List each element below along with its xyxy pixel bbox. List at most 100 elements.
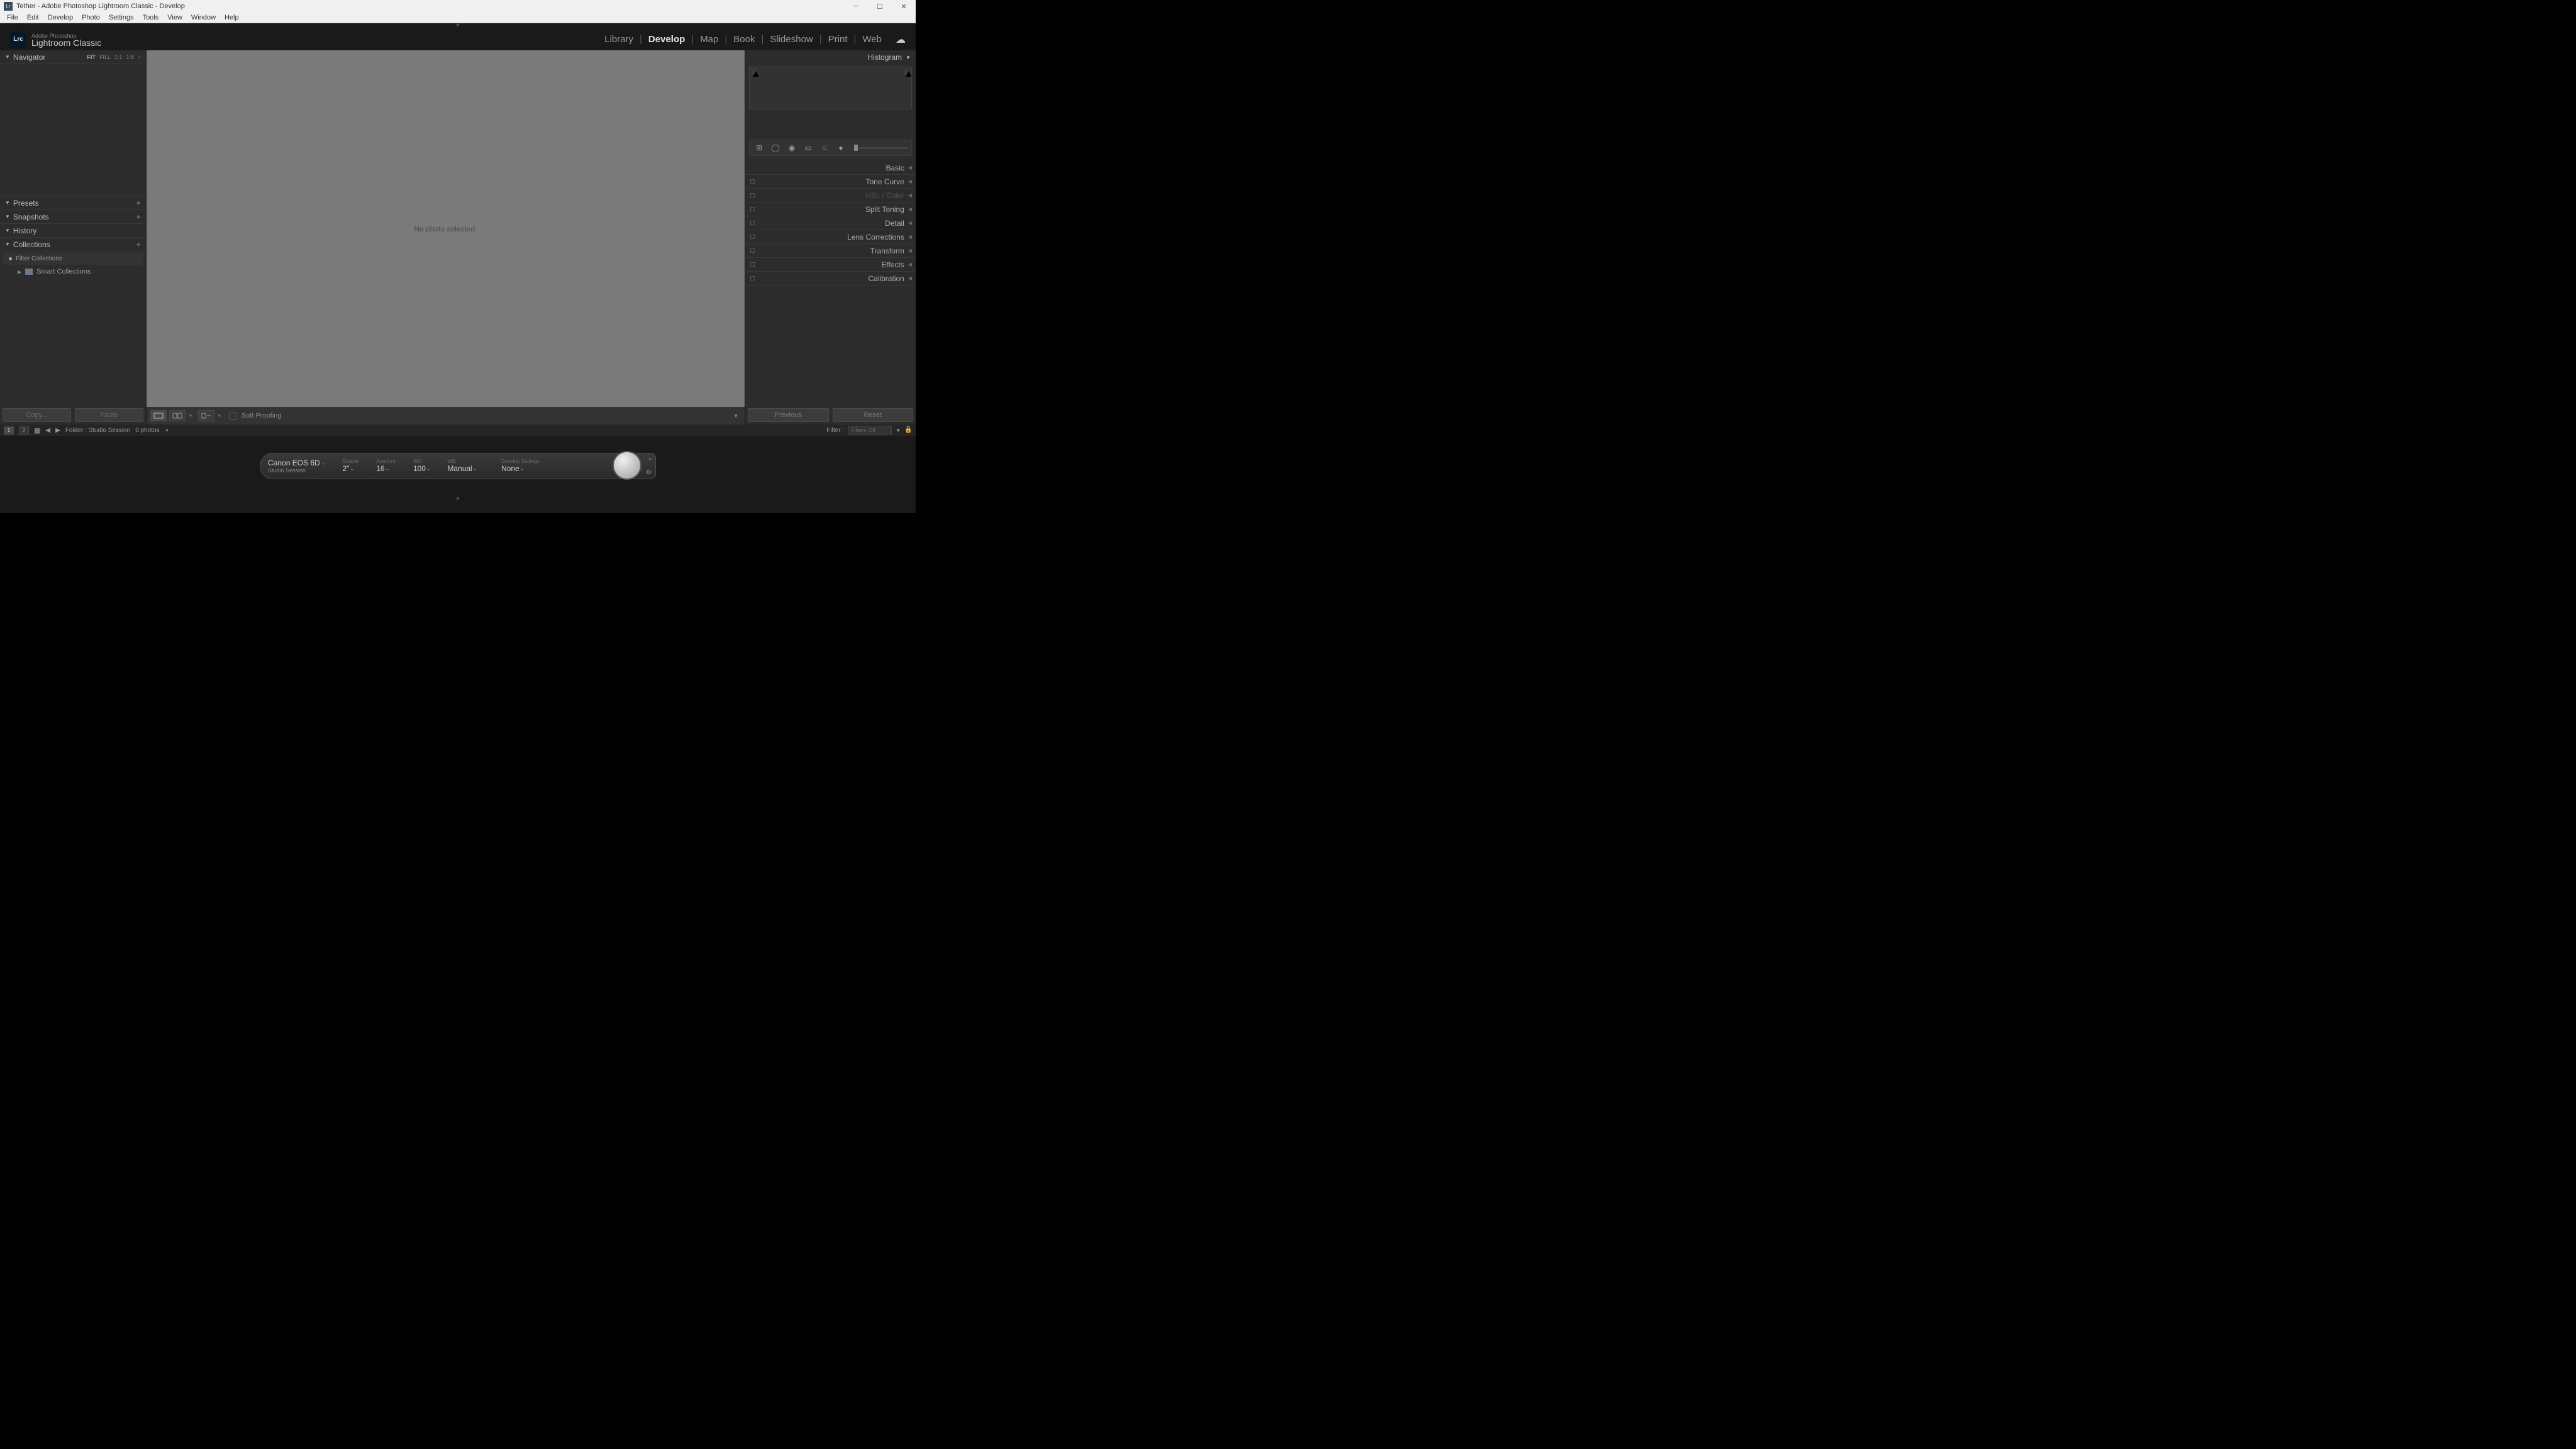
develop-panel-calibration[interactable]: Calibration◀ <box>745 272 916 286</box>
tether-settings-icon[interactable]: ⚙ <box>646 469 652 476</box>
menu-settings[interactable]: Settings <box>104 13 138 23</box>
second-window-tab[interactable]: 2 <box>19 426 29 435</box>
aperture-value[interactable]: 16÷ <box>376 464 396 473</box>
develop-panel-lens-corrections[interactable]: Lens Corrections◀ <box>745 230 916 244</box>
highlight-clipping-icon[interactable]: ▲ <box>904 69 910 75</box>
develop-settings-value[interactable]: None÷ <box>501 464 539 473</box>
smart-collections-item[interactable]: ▶ Smart Collections <box>0 266 146 277</box>
menu-view[interactable]: View <box>163 13 187 23</box>
radial-filter-icon[interactable]: ○ <box>819 142 830 153</box>
adjustment-brush-icon[interactable]: ● <box>835 142 847 153</box>
history-label: History <box>13 226 36 235</box>
window-close-button[interactable]: ✕ <box>892 0 916 13</box>
wb-value[interactable]: Manual÷ <box>447 464 476 473</box>
panel-switch-icon[interactable] <box>750 207 755 211</box>
panel-switch-icon[interactable] <box>750 235 755 239</box>
shadow-clipping-icon[interactable]: ▲ <box>751 69 757 75</box>
redeye-tool-icon[interactable]: ◉ <box>786 142 797 153</box>
graduated-filter-icon[interactable]: ▭ <box>802 142 814 153</box>
add-snapshot-button[interactable]: + <box>136 212 141 221</box>
zoom-stepper-icon[interactable]: ÷ <box>138 54 141 60</box>
history-header[interactable]: ▼ History <box>0 224 146 238</box>
module-slideshow[interactable]: Slideshow <box>770 34 813 45</box>
add-collection-button[interactable]: + <box>136 240 141 249</box>
toolbar-expand-button[interactable]: ▼ <box>731 411 741 421</box>
previous-button[interactable]: Previous <box>748 408 829 422</box>
develop-panel-hsl-color[interactable]: HSL / Color◀ <box>745 189 916 203</box>
chevron-down-icon: ▼ <box>5 228 10 233</box>
module-library[interactable]: Library <box>604 34 633 45</box>
panel-switch-icon[interactable] <box>750 193 755 197</box>
panel-switch-icon[interactable] <box>750 276 755 280</box>
filter-lock-icon[interactable]: 🔒 <box>904 426 912 434</box>
module-print[interactable]: Print <box>828 34 848 45</box>
menu-edit[interactable]: Edit <box>23 13 43 23</box>
navigator-zoom-controls[interactable]: FIT FILL 1:1 1:8 ÷ <box>87 54 142 60</box>
grid-view-icon[interactable]: ▦ <box>34 426 40 435</box>
path-dropdown-icon[interactable]: ▼ <box>165 428 170 433</box>
nav-forward-icon[interactable]: ▶ <box>55 427 60 434</box>
shutter-value[interactable]: 2"÷ <box>342 464 358 473</box>
mask-slider[interactable] <box>854 147 908 149</box>
module-book[interactable]: Book <box>733 34 755 45</box>
develop-panel-effects[interactable]: Effects◀ <box>745 258 916 272</box>
navigator-header[interactable]: ▼ Navigator FIT FILL 1:1 1:8 ÷ <box>0 50 146 64</box>
panel-label: Effects <box>881 260 904 269</box>
add-preset-button[interactable]: + <box>136 198 141 208</box>
menu-develop[interactable]: Develop <box>43 13 77 23</box>
cloud-sync-icon[interactable]: ☁ <box>896 33 906 46</box>
menu-tools[interactable]: Tools <box>138 13 164 23</box>
reset-button[interactable]: Reset <box>833 408 914 422</box>
module-develop[interactable]: Develop <box>648 34 685 45</box>
module-web[interactable]: Web <box>862 34 882 45</box>
module-map[interactable]: Map <box>700 34 718 45</box>
panel-switch-icon[interactable] <box>750 248 755 253</box>
filter-dropdown[interactable]: Filters Off <box>848 426 892 435</box>
top-panel-toggle[interactable]: ▼ <box>0 23 916 28</box>
develop-panel-tone-curve[interactable]: Tone Curve◀ <box>745 175 916 189</box>
chevron-left-icon: ◀ <box>908 248 912 253</box>
tether-capture-bar[interactable]: Canon EOS 6D ÷ Studio Session Shutter 2"… <box>260 453 656 479</box>
tether-camera-name[interactable]: Canon EOS 6D ÷ <box>268 458 325 467</box>
aperture-label: Aperture <box>376 458 396 464</box>
window-titlebar: Lr Tether - Adobe Photoshop Lightroom Cl… <box>0 0 916 13</box>
filter-collections-input[interactable]: Filter Collections <box>3 253 143 265</box>
menu-file[interactable]: File <box>3 13 23 23</box>
develop-panel-basic[interactable]: Basic◀ <box>745 161 916 175</box>
main-window-tab[interactable]: 1 <box>4 426 14 435</box>
before-after-lr-button[interactable] <box>169 410 186 421</box>
develop-panel-transform[interactable]: Transform ◀ <box>745 244 916 258</box>
presets-header[interactable]: ▼ Presets + <box>0 196 146 210</box>
nav-back-icon[interactable]: ◀ <box>45 427 50 434</box>
develop-panel-split-toning[interactable]: Split Toning◀ <box>745 203 916 216</box>
menu-window[interactable]: Window <box>187 13 220 23</box>
panel-label: Transform <box>870 247 904 255</box>
panel-switch-icon[interactable] <box>750 221 755 225</box>
iso-value[interactable]: 100÷ <box>413 464 430 473</box>
spot-removal-icon[interactable]: ◯ <box>770 142 781 153</box>
panel-label: Split Toning <box>865 205 904 214</box>
menu-photo[interactable]: Photo <box>77 13 104 23</box>
snapshots-header[interactable]: ▼ Snapshots + <box>0 210 146 224</box>
window-maximize-button[interactable]: ☐ <box>868 0 892 13</box>
chevron-left-icon: ◀ <box>908 234 912 240</box>
window-minimize-button[interactable]: ─ <box>844 0 868 13</box>
paste-button[interactable]: Paste <box>75 408 143 422</box>
copy-button[interactable]: Copy... <box>3 408 71 422</box>
before-after-swap-button[interactable] <box>198 410 214 421</box>
filmstrip-bar: 1 2 ▦ ◀ ▶ Folder : Studio Session 0 phot… <box>0 425 916 436</box>
menu-help[interactable]: Help <box>220 13 243 23</box>
panel-switch-icon[interactable] <box>750 179 755 184</box>
chevron-down-icon: ▼ <box>5 200 10 206</box>
tether-shutter-button[interactable] <box>613 451 641 480</box>
bottom-panel-toggle[interactable]: ▼ <box>0 496 916 501</box>
develop-panel-detail[interactable]: Detail◀ <box>745 216 916 230</box>
soft-proofing-checkbox[interactable] <box>230 413 236 419</box>
tether-close-button[interactable]: × <box>648 456 652 462</box>
filmstrip-path[interactable]: Folder : Studio Session <box>65 427 130 434</box>
crop-tool-icon[interactable]: ⊞ <box>753 142 765 153</box>
histogram-header[interactable]: Histogram ▼ <box>745 50 916 64</box>
panel-switch-icon[interactable] <box>750 262 755 267</box>
loupe-view-button[interactable] <box>150 410 167 421</box>
collections-header[interactable]: ▼ Collections + <box>0 238 146 252</box>
